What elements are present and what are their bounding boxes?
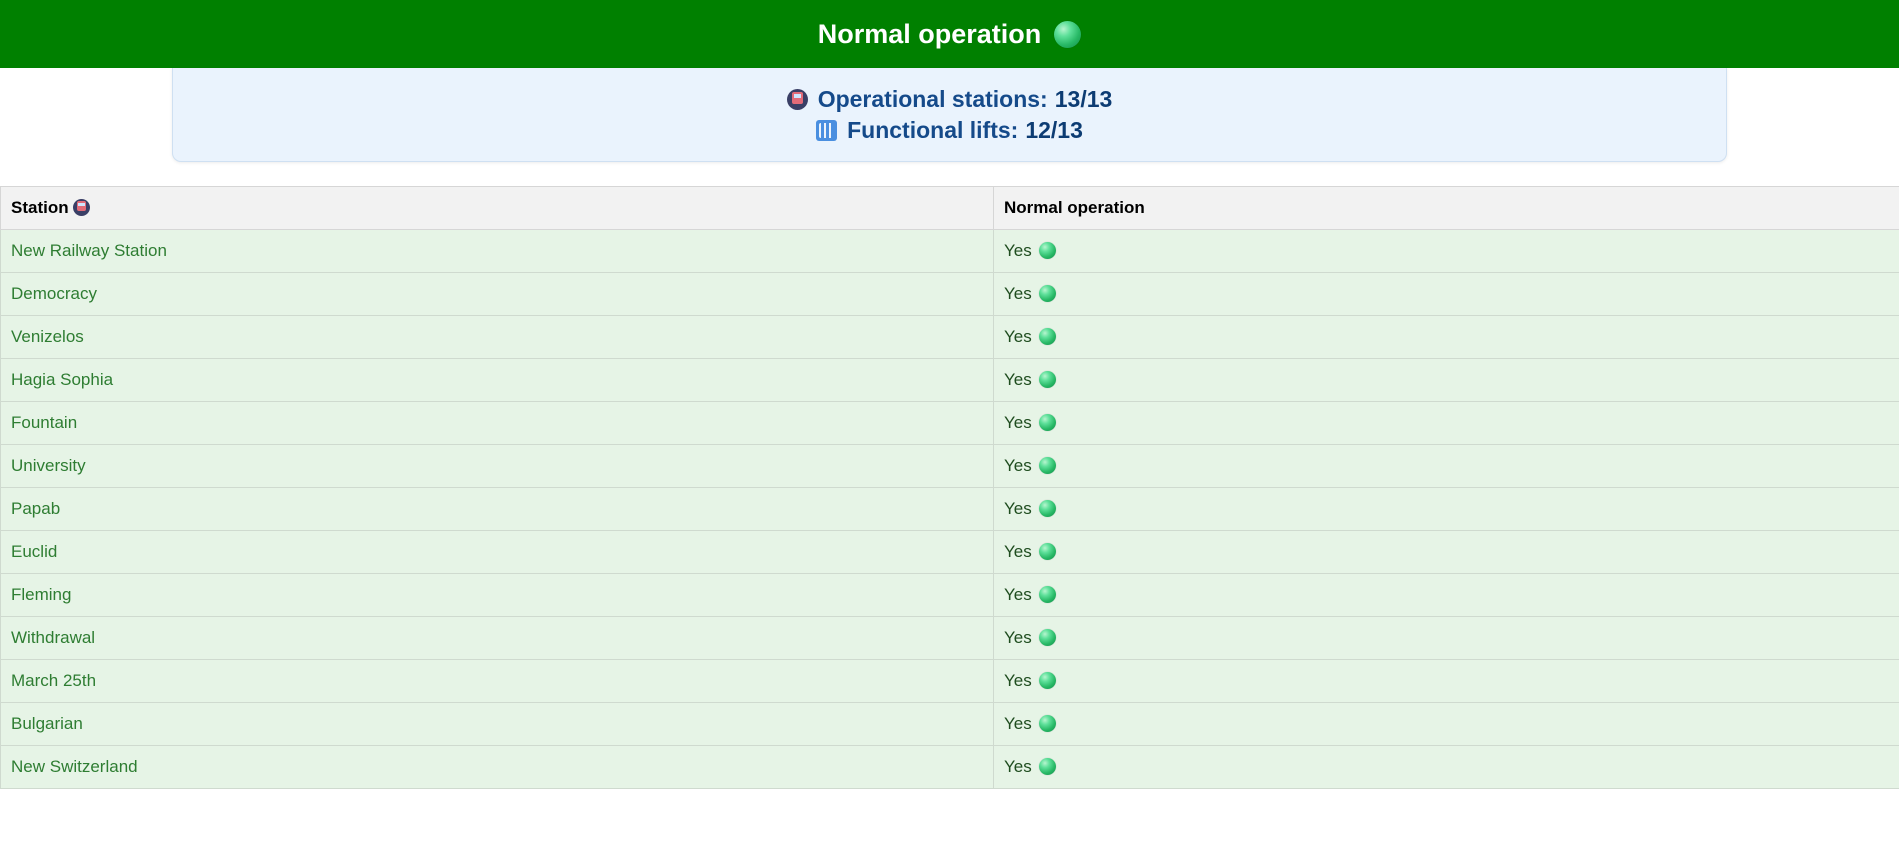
normal-operation-value: Yes	[1004, 456, 1032, 475]
table-row: Fleming Yes	[0, 573, 1899, 617]
station-name-cell: Bulgarian	[0, 702, 994, 746]
normal-operation-value: Yes	[1004, 413, 1032, 432]
green-circle-icon	[1038, 242, 1056, 259]
normal-operation-value: Yes	[1004, 628, 1032, 647]
elevator-icon	[816, 119, 838, 141]
normal-operation-value: Yes	[1004, 714, 1032, 733]
station-name-cell: Euclid	[0, 530, 994, 574]
normal-operation-cell: Yes	[993, 358, 1899, 402]
green-circle-icon	[1038, 371, 1056, 388]
green-circle-icon	[1038, 285, 1056, 302]
normal-operation-cell: Yes	[993, 745, 1899, 789]
station-name-cell: New Railway Station	[0, 229, 994, 273]
table-row: Hagia Sophia Yes	[0, 358, 1899, 402]
functional-lifts-line: Functional lifts: 12/13	[816, 115, 1083, 146]
banner-title: Normal operation	[817, 18, 1042, 49]
status-banner: Normal operation	[0, 0, 1899, 68]
normal-operation-cell: Yes	[993, 659, 1899, 703]
metro-icon	[786, 88, 808, 110]
normal-operation-cell: Yes	[993, 444, 1899, 488]
normal-operation-cell: Yes	[993, 272, 1899, 316]
normal-operation-cell: Yes	[993, 487, 1899, 531]
normal-operation-cell: Yes	[993, 229, 1899, 273]
normal-operation-cell: Yes	[993, 401, 1899, 445]
table-body: New Railway Station Yes Democracy Yes Venize…	[0, 229, 1899, 789]
normal-operation-value: Yes	[1004, 284, 1032, 303]
station-name-cell: New Switzerland	[0, 745, 994, 789]
table-row: Withdrawal Yes	[0, 616, 1899, 660]
table-row: Bulgarian Yes	[0, 702, 1899, 746]
station-name-cell: March 25th	[0, 659, 994, 703]
green-circle-icon	[1038, 543, 1056, 560]
normal-operation-value: Yes	[1004, 757, 1032, 776]
operational-stations-value: 13/13	[1054, 85, 1113, 112]
table-row: Venizelos Yes	[0, 315, 1899, 359]
functional-lifts-value: 12/13	[1025, 116, 1083, 143]
table-row: Democracy Yes	[0, 272, 1899, 316]
green-circle-icon	[1038, 629, 1056, 646]
green-circle-icon	[1038, 457, 1056, 474]
station-name-cell: Democracy	[0, 272, 994, 316]
normal-operation-cell: Yes	[993, 702, 1899, 746]
station-name-cell: Venizelos	[0, 315, 994, 359]
normal-operation-value: Yes	[1004, 585, 1032, 604]
green-circle-icon	[1038, 500, 1056, 517]
station-name-cell: Hagia Sophia	[0, 358, 994, 402]
table-row: New Railway Station Yes	[0, 229, 1899, 273]
table-row: Papab Yes	[0, 487, 1899, 531]
station-name-cell: Withdrawal	[0, 616, 994, 660]
normal-operation-value: Yes	[1004, 542, 1032, 561]
normal-operation-value: Yes	[1004, 671, 1032, 690]
normal-operation-cell: Yes	[993, 530, 1899, 574]
operational-stations-line: Operational stations: 13/13	[786, 84, 1113, 115]
green-circle-icon	[1038, 328, 1056, 345]
normal-operation-value: Yes	[1004, 499, 1032, 518]
green-circle-icon	[1038, 715, 1056, 732]
column-header-normal-operation: Normal operation	[993, 186, 1899, 230]
table-row: New Switzerland Yes	[0, 745, 1899, 789]
normal-operation-cell: Yes	[993, 315, 1899, 359]
green-circle-icon	[1038, 414, 1056, 431]
functional-lifts-label: Functional lifts:	[847, 116, 1019, 143]
normal-operation-value: Yes	[1004, 327, 1032, 346]
green-circle-icon	[1038, 586, 1056, 603]
green-circle-icon	[1038, 758, 1056, 775]
operational-stations-label: Operational stations:	[817, 85, 1048, 112]
green-circle-icon	[1038, 672, 1056, 689]
normal-operation-cell: Yes	[993, 573, 1899, 617]
station-name-cell: Fountain	[0, 401, 994, 445]
table-row: University Yes	[0, 444, 1899, 488]
metro-icon	[72, 199, 90, 216]
normal-operation-value: Yes	[1004, 370, 1032, 389]
column-header-normal-operation-label: Normal operation	[1004, 198, 1145, 217]
normal-operation-value: Yes	[1004, 241, 1032, 260]
station-name-cell: Papab	[0, 487, 994, 531]
column-header-station: Station	[0, 186, 994, 230]
table-row: Euclid Yes	[0, 530, 1899, 574]
station-name-cell: Fleming	[0, 573, 994, 617]
table-row: Fountain Yes	[0, 401, 1899, 445]
table-row: March 25th Yes	[0, 659, 1899, 703]
stations-table: Station Normal operation New Railway Sta…	[0, 186, 1899, 789]
column-header-station-label: Station	[11, 198, 69, 217]
green-circle-icon	[1054, 20, 1082, 48]
station-name-cell: University	[0, 444, 994, 488]
table-header-row: Station Normal operation	[0, 186, 1899, 230]
summary-panel: Operational stations: 13/13 Functional l…	[172, 68, 1727, 162]
normal-operation-cell: Yes	[993, 616, 1899, 660]
